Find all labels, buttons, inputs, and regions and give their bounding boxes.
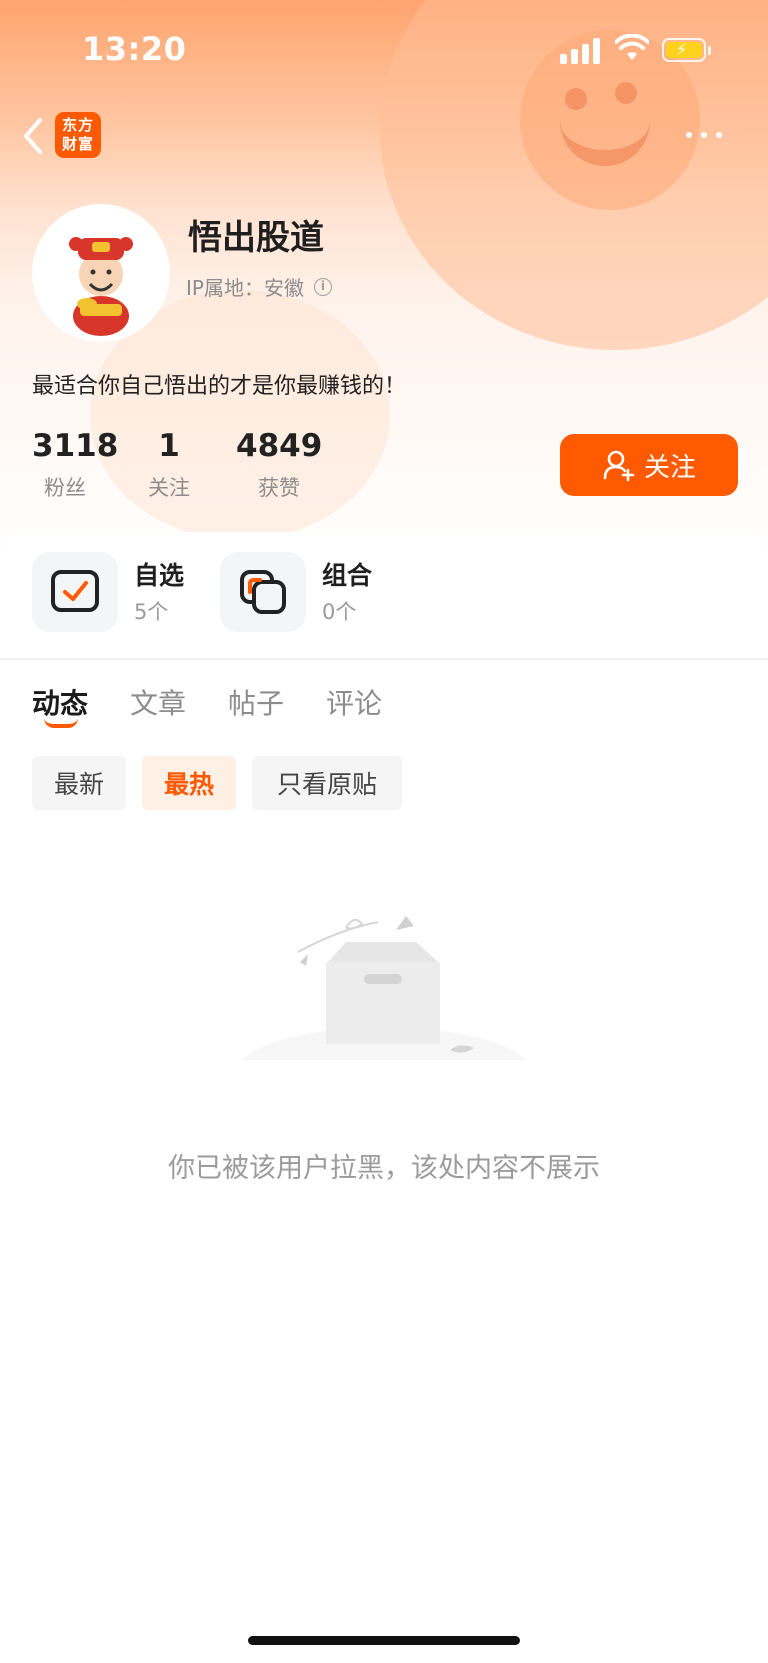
username: 悟出股道 xyxy=(188,218,324,258)
status-time: 13:20 xyxy=(82,30,187,68)
back-arrow-icon[interactable] xyxy=(14,112,54,160)
content-card xyxy=(0,532,768,1663)
watchlist-check-icon xyxy=(51,570,99,612)
tab-comments[interactable]: 评论 xyxy=(326,682,382,722)
tab-posts[interactable]: 帖子 xyxy=(228,682,284,722)
info-icon[interactable]: i xyxy=(313,277,332,296)
shortcut-portfolio-title[interactable]: 组合 xyxy=(322,556,372,592)
shortcut-portfolio[interactable] xyxy=(220,552,306,632)
ip-location: IP属地：安徽 xyxy=(186,276,304,300)
more-options-button[interactable] xyxy=(680,122,728,148)
divider xyxy=(0,658,768,660)
add-user-icon xyxy=(603,450,635,482)
filter-original-only[interactable]: 只看原贴 xyxy=(252,756,402,810)
stat-fans[interactable]: 3118 粉丝 xyxy=(32,428,118,502)
stat-likes[interactable]: 4849 获赞 xyxy=(236,428,322,502)
ip-location-row: IP属地：安徽 i xyxy=(186,272,332,301)
follow-button[interactable]: 关注 xyxy=(560,434,738,496)
tab-dynamics[interactable]: 动态 xyxy=(32,682,88,722)
filter-hottest[interactable]: 最热 xyxy=(142,756,236,810)
home-indicator[interactable] xyxy=(248,1636,520,1645)
stat-following[interactable]: 1 关注 xyxy=(140,428,198,502)
battery-icon: ⚡ xyxy=(662,38,706,62)
bio: 最适合你自己悟出的才是你最赚钱的！ xyxy=(32,374,407,399)
empty-state-message: 你已被该用户拉黑，该处内容不展示 xyxy=(168,1153,600,1184)
battery-cap xyxy=(708,46,711,55)
shortcut-watchlist-title[interactable]: 自选 xyxy=(134,556,184,592)
signal-icon xyxy=(560,38,602,64)
tab-active-indicator xyxy=(44,718,78,728)
wifi-icon xyxy=(615,34,649,60)
filter-latest[interactable]: 最新 xyxy=(32,756,126,810)
shortcut-watchlist-count: 5个 xyxy=(134,600,169,624)
app-logo[interactable]: 东方 财富 xyxy=(55,112,101,158)
empty-box-illustration xyxy=(228,916,540,1090)
tab-articles[interactable]: 文章 xyxy=(130,682,186,722)
shortcut-watchlist[interactable] xyxy=(32,552,118,632)
fortune-god-avatar-icon xyxy=(69,237,133,336)
shortcut-portfolio-count: 0个 xyxy=(322,600,357,624)
portfolio-icon xyxy=(240,570,286,614)
avatar[interactable] xyxy=(32,204,170,342)
follow-label: 关注 xyxy=(643,452,696,483)
